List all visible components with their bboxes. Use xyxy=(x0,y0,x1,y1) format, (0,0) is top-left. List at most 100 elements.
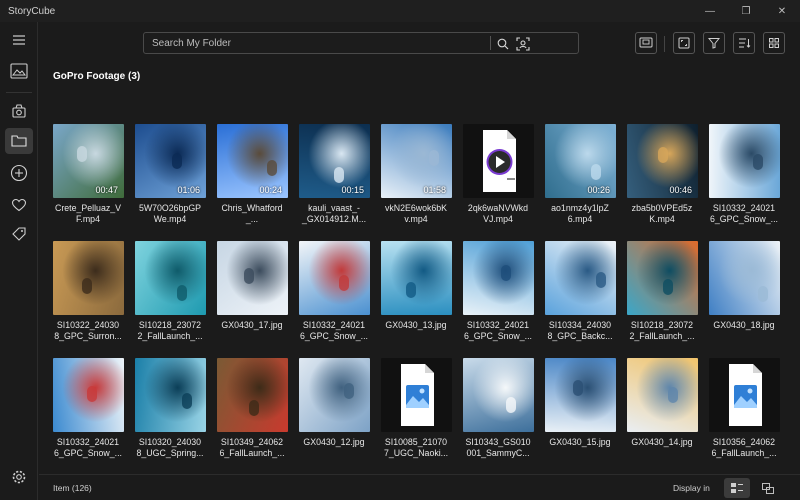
thumbnail-subject xyxy=(182,393,192,409)
media-tile[interactable]: GX0430_13.jpg xyxy=(381,241,452,358)
sort-button[interactable] xyxy=(733,32,755,54)
image-thumbnail xyxy=(709,241,780,315)
display-window-button[interactable] xyxy=(755,478,781,498)
title-bar: StoryCube — ❐ ✕ xyxy=(0,0,800,22)
media-tile-label: GX0430_17.jpg xyxy=(221,320,283,330)
search-input[interactable] xyxy=(144,33,484,53)
media-tile[interactable]: SI10334_24030 8_GPC_Backc... xyxy=(545,241,616,358)
media-tile[interactable]: SI10349_24062 6_FallLaunch_... xyxy=(217,358,288,475)
thumbnail-subject xyxy=(244,268,254,284)
media-tile-label: 5W70O26bpGP We.mp4 xyxy=(138,203,202,224)
thumbnail-subject xyxy=(658,147,668,163)
duration-badge: 01:06 xyxy=(177,185,200,195)
image-file-placeholder xyxy=(381,358,452,432)
search-divider xyxy=(490,36,491,50)
thumbnail-subject xyxy=(596,272,606,288)
media-tile-label: GX0430_14.jpg xyxy=(631,437,693,447)
sidebar-item-media[interactable] xyxy=(5,58,33,84)
video-thumbnail: 00:26 xyxy=(545,124,616,198)
media-tile[interactable]: 00:47 Crete_Pelluaz_V F.mp4 xyxy=(53,124,124,241)
thumbnail-subject xyxy=(82,278,92,294)
screen-capture-button[interactable] xyxy=(635,32,657,54)
media-tile-label: GX0430_12.jpg xyxy=(303,437,365,447)
image-thumbnail xyxy=(299,241,370,315)
media-tile-label: vkN2E6wok6bK v.mp4 xyxy=(384,203,448,224)
media-tile[interactable]: 00:24 Chris_Whatford _... xyxy=(217,124,288,241)
thumbnail-subject xyxy=(334,167,344,183)
fit-view-button[interactable] xyxy=(673,32,695,54)
sidebar-item-folders[interactable] xyxy=(5,128,33,154)
media-tile[interactable]: SI10356_24062 6_FallLaunch_... xyxy=(709,358,780,475)
media-tile[interactable]: 00:26 ao1nmz4y1lpZ 6.mp4 xyxy=(545,124,616,241)
thumbnail-subject xyxy=(172,153,182,169)
video-file-placeholder xyxy=(463,124,534,198)
image-thumbnail xyxy=(709,124,780,198)
thumbnail-subject xyxy=(87,386,97,402)
image-thumbnail xyxy=(463,241,534,315)
media-tile-label: Crete_Pelluaz_V F.mp4 xyxy=(54,203,121,224)
image-thumbnail xyxy=(627,241,698,315)
section-title: GoPro Footage (3) xyxy=(53,71,141,82)
menu-button[interactable] xyxy=(5,27,33,53)
media-tile[interactable]: GX0430_18.jpg xyxy=(709,241,780,358)
camera-story-icon xyxy=(12,104,26,118)
image-search-button[interactable] xyxy=(514,35,532,53)
media-tile[interactable]: SI10332_24021 6_GPC_Snow_... xyxy=(299,241,370,358)
settings-icon xyxy=(12,470,26,484)
media-tile[interactable]: SI10085_21070 7_UGC_Naoki... xyxy=(381,358,452,475)
maximize-button[interactable]: ❐ xyxy=(728,0,764,22)
grid-view-button[interactable] xyxy=(763,32,785,54)
media-tile[interactable]: 00:15 kauli_vaast_- _GX014912.M... xyxy=(299,124,370,241)
media-tile-label: SI10332_24021 6_GPC_Snow_... xyxy=(54,437,122,458)
media-tile-label: SI10334_24030 8_GPC_Backc... xyxy=(547,320,613,341)
media-tile-label: SI10085_21070 7_UGC_Naoki... xyxy=(383,437,449,458)
settings-button[interactable] xyxy=(5,464,33,490)
media-tile[interactable]: SI10343_GS010 001_SammyC... xyxy=(463,358,534,475)
media-tile[interactable]: SI10320_24030 8_UGC_Spring... xyxy=(135,358,206,475)
screen-capture-icon xyxy=(639,37,653,48)
media-tile[interactable]: SI10332_24021 6_GPC_Snow_... xyxy=(709,124,780,241)
media-tile[interactable]: 2qk6waNVWkd VJ.mp4 xyxy=(463,124,534,241)
thumbnail-subject xyxy=(344,383,354,399)
media-tile[interactable]: GX0430_14.jpg xyxy=(627,358,698,475)
media-tile[interactable]: SI10218_23072 2_FallLaunch_... xyxy=(627,241,698,358)
close-button[interactable]: ✕ xyxy=(764,0,800,22)
media-tile[interactable]: 01:58 vkN2E6wok6bK v.mp4 xyxy=(381,124,452,241)
media-tile[interactable]: SI10332_24021 6_GPC_Snow_... xyxy=(463,241,534,358)
media-tile-label: SI10343_GS010 001_SammyC... xyxy=(465,437,531,458)
media-tile[interactable]: SI10332_24021 6_GPC_Snow_... xyxy=(53,358,124,475)
add-button[interactable] xyxy=(5,160,33,186)
media-tile-label: SI10322_24030 8_GPC_Surron... xyxy=(54,320,122,341)
search-box xyxy=(143,32,579,54)
sidebar-item-favorites[interactable] xyxy=(5,192,33,218)
media-tile[interactable]: GX0430_12.jpg xyxy=(299,358,370,475)
image-file-icon xyxy=(401,364,434,426)
media-tile[interactable]: 01:06 5W70O26bpGP We.mp4 xyxy=(135,124,206,241)
display-list-button[interactable] xyxy=(724,478,750,498)
image-icon xyxy=(10,63,28,79)
duration-badge: 00:47 xyxy=(95,185,118,195)
search-button[interactable] xyxy=(494,35,512,53)
search-icon xyxy=(497,38,509,50)
thumbnail-subject xyxy=(406,282,416,298)
media-tile[interactable]: SI10218_23072 2_FallLaunch_... xyxy=(135,241,206,358)
filter-button[interactable] xyxy=(703,32,725,54)
duration-badge: 01:58 xyxy=(423,185,446,195)
minimize-button[interactable]: — xyxy=(692,0,728,22)
sidebar-item-stories[interactable] xyxy=(5,98,33,124)
media-tile[interactable]: GX0430_17.jpg xyxy=(217,241,288,358)
thumbnail-subject xyxy=(663,279,673,295)
media-tile[interactable]: 00:46 zba5b0VPEd5z K.mp4 xyxy=(627,124,698,241)
video-thumbnail: 01:06 xyxy=(135,124,206,198)
status-bar: Item (126) Display in xyxy=(39,474,800,500)
video-file-icon xyxy=(483,130,516,192)
media-tile-label: zba5b0VPEd5z K.mp4 xyxy=(631,203,693,224)
duration-badge: 00:24 xyxy=(259,185,282,195)
sidebar-divider xyxy=(6,92,32,93)
sidebar-item-tags[interactable] xyxy=(5,221,33,247)
list-view-icon xyxy=(731,482,743,493)
media-grid: 00:47 Crete_Pelluaz_V F.mp4 01:06 5W70O26bp… xyxy=(53,124,780,475)
media-tile[interactable]: GX0430_15.jpg xyxy=(545,358,616,475)
media-tile[interactable]: SI10322_24030 8_GPC_Surron... xyxy=(53,241,124,358)
duration-badge: 00:15 xyxy=(341,185,364,195)
